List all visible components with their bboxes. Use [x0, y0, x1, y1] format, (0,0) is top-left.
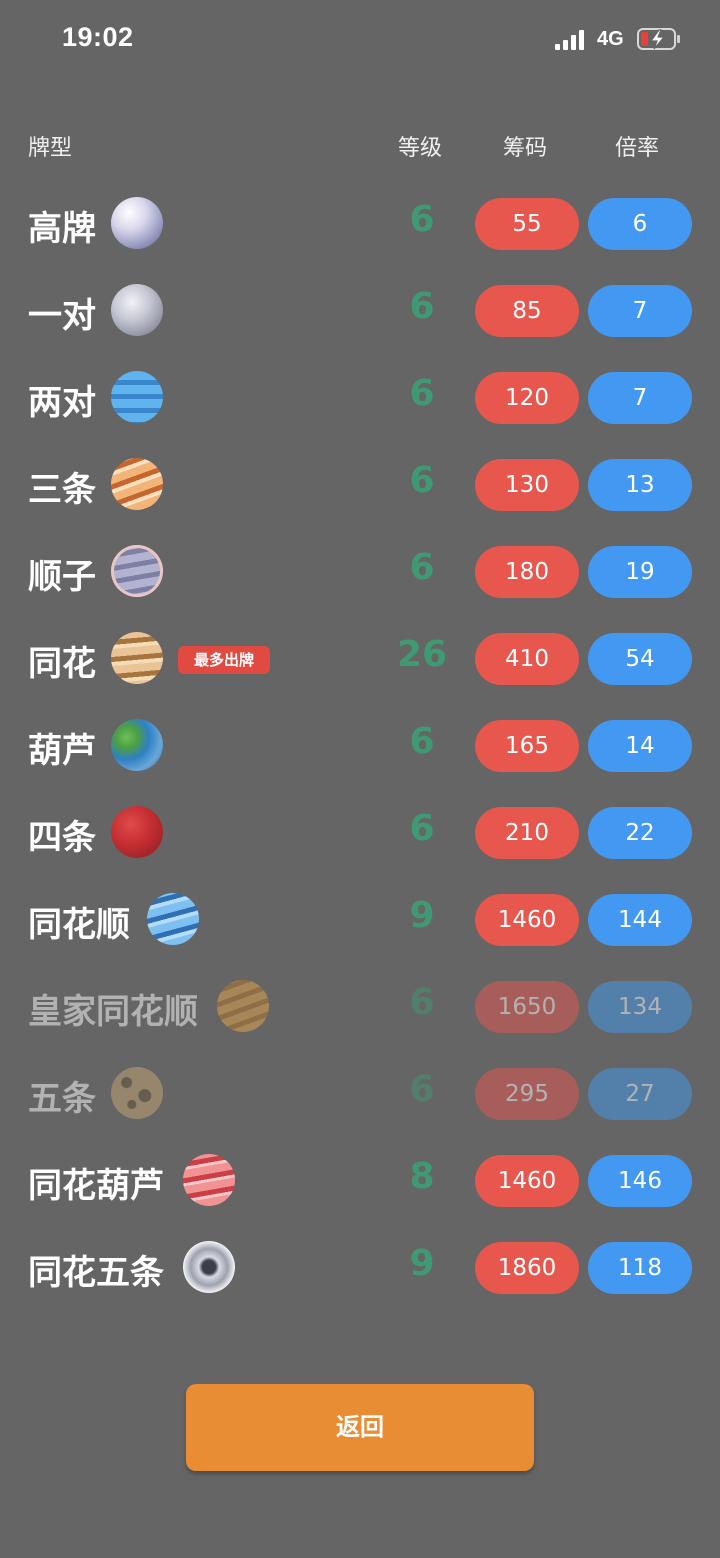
hand-row-pair[interactable]: 一对 6 85 7 — [0, 268, 720, 355]
header-multiplier: 倍率 — [615, 136, 660, 161]
hand-name: 同花 — [28, 644, 96, 684]
header-type: 牌型 — [28, 136, 73, 161]
hand-level: 6 — [409, 460, 435, 501]
planet-gold-icon — [217, 980, 269, 1032]
multiplier-pill: 22 — [588, 807, 692, 859]
chips-pill: 120 — [475, 372, 579, 424]
hand-name: 皇家同花顺 — [28, 992, 198, 1032]
hand-row-high-card[interactable]: 高牌 6 55 6 — [0, 181, 720, 268]
planet-earth-icon — [111, 719, 163, 771]
chips-pill: 1650 — [475, 981, 579, 1033]
hand-row-royal-flush[interactable]: 皇家同花顺 6 1650 134 — [0, 964, 720, 1051]
planet-silver-icon — [183, 1241, 235, 1293]
planet-red-icon — [111, 806, 163, 858]
chips-pill: 210 — [475, 807, 579, 859]
chips-pill: 130 — [475, 459, 579, 511]
multiplier-pill: 144 — [588, 894, 692, 946]
planet-saturn-icon — [111, 545, 163, 597]
hand-level: 6 — [409, 808, 435, 849]
chips-pill: 180 — [475, 546, 579, 598]
hand-level: 26 — [396, 634, 448, 675]
hand-name: 两对 — [28, 383, 96, 423]
hand-row-flush-house[interactable]: 同花葫芦 8 1460 146 — [0, 1138, 720, 1225]
chips-pill: 410 — [475, 633, 579, 685]
multiplier-pill: 54 — [588, 633, 692, 685]
hand-list: 高牌 6 55 6 一对 6 85 7 两对 6 120 7 三条 6 130 … — [0, 181, 720, 1312]
signal-icon — [555, 30, 587, 50]
hand-level: 6 — [409, 547, 435, 588]
hand-level: 9 — [409, 895, 435, 936]
planet-cratered-icon — [111, 1067, 163, 1119]
planet-blue-ringed-icon — [111, 371, 163, 423]
network-type: 4G — [597, 28, 624, 50]
multiplier-pill: 19 — [588, 546, 692, 598]
multiplier-pill: 134 — [588, 981, 692, 1033]
chips-pill: 85 — [475, 285, 579, 337]
hand-name: 三条 — [28, 470, 96, 510]
hand-row-two-pair[interactable]: 两对 6 120 7 — [0, 355, 720, 442]
hand-level: 8 — [409, 1156, 435, 1197]
table-header: 牌型 等级 筹码 倍率 — [0, 130, 720, 166]
header-level: 等级 — [398, 136, 443, 161]
hand-level: 9 — [409, 1243, 435, 1284]
hand-row-full-house[interactable]: 葫芦 6 165 14 — [0, 703, 720, 790]
hand-level: 6 — [409, 721, 435, 762]
hand-level: 6 — [409, 286, 435, 327]
hand-row-straight-flush[interactable]: 同花顺 9 1460 144 — [0, 877, 720, 964]
hand-name: 顺子 — [28, 557, 96, 597]
hand-level: 6 — [409, 373, 435, 414]
hand-row-flush-five[interactable]: 同花五条 9 1860 118 — [0, 1225, 720, 1312]
multiplier-pill: 7 — [588, 285, 692, 337]
hand-name: 高牌 — [28, 209, 96, 249]
chips-pill: 165 — [475, 720, 579, 772]
multiplier-pill: 6 — [588, 198, 692, 250]
chips-pill: 1460 — [475, 1155, 579, 1207]
hand-name: 同花葫芦 — [28, 1166, 164, 1206]
battery-charging-icon — [637, 28, 680, 50]
status-bar: 19:02 4G — [0, 0, 720, 80]
chips-pill: 295 — [475, 1068, 579, 1120]
hand-name: 葫芦 — [28, 731, 96, 771]
planet-orange-striped-icon — [111, 458, 163, 510]
hand-level: 6 — [409, 982, 435, 1023]
chips-pill: 1460 — [475, 894, 579, 946]
hand-row-three-of-a-kind[interactable]: 三条 6 130 13 — [0, 442, 720, 529]
chips-pill: 55 — [475, 198, 579, 250]
multiplier-pill: 14 — [588, 720, 692, 772]
hand-name: 同花五条 — [28, 1253, 164, 1293]
hand-row-flush[interactable]: 同花 最多出牌 26 410 54 — [0, 616, 720, 703]
status-time: 19:02 — [62, 22, 134, 52]
hand-row-four-of-a-kind[interactable]: 四条 6 210 22 — [0, 790, 720, 877]
hand-level: 6 — [409, 199, 435, 240]
planet-jupiter-icon — [111, 632, 163, 684]
planet-blue-striped-icon — [147, 893, 199, 945]
hand-row-five-of-a-kind[interactable]: 五条 6 295 27 — [0, 1051, 720, 1138]
back-button[interactable]: 返回 — [186, 1384, 534, 1471]
multiplier-pill: 118 — [588, 1242, 692, 1294]
multiplier-pill: 13 — [588, 459, 692, 511]
planet-pink-striped-icon — [183, 1154, 235, 1206]
most-played-badge: 最多出牌 — [178, 646, 270, 674]
planet-pearl-icon — [111, 197, 163, 249]
multiplier-pill: 7 — [588, 372, 692, 424]
chips-pill: 1860 — [475, 1242, 579, 1294]
planet-grey-icon — [111, 284, 163, 336]
hand-name: 四条 — [28, 818, 96, 858]
hand-name: 同花顺 — [28, 905, 130, 945]
hand-level: 6 — [409, 1069, 435, 1110]
hand-name: 五条 — [28, 1079, 96, 1119]
multiplier-pill: 146 — [588, 1155, 692, 1207]
hand-name: 一对 — [28, 296, 96, 336]
header-chips: 筹码 — [503, 136, 548, 161]
multiplier-pill: 27 — [588, 1068, 692, 1120]
hand-row-straight[interactable]: 顺子 6 180 19 — [0, 529, 720, 616]
